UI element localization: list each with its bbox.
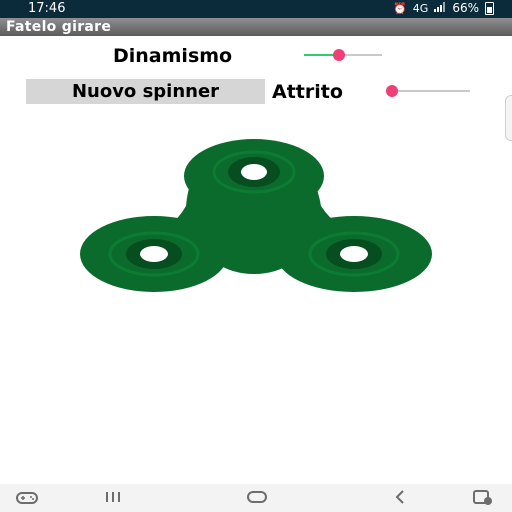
- status-time: 17:46: [28, 1, 66, 16]
- battery-icon: [485, 1, 494, 15]
- edge-panel-handle[interactable]: [505, 95, 512, 141]
- network-type: 4G: [412, 1, 429, 15]
- fidget-spinner[interactable]: [76, 136, 436, 292]
- attrito-slider[interactable]: [386, 83, 470, 99]
- status-bar: 17:46 ⏰ 4G 66%: [0, 0, 512, 18]
- back-icon[interactable]: [392, 488, 408, 510]
- attrito-label: Attrito: [272, 81, 343, 103]
- attrito-slider-thumb[interactable]: [386, 85, 398, 97]
- alarm-icon: ⏰: [393, 1, 407, 15]
- home-icon[interactable]: [246, 488, 268, 510]
- attrito-slider-track: [392, 90, 470, 92]
- signal-icon: [434, 1, 446, 15]
- app-title: Fatelo girare: [6, 19, 112, 35]
- navigation-bar: [0, 484, 512, 512]
- dinamismo-label: Dinamismo: [113, 45, 233, 67]
- accessibility-icon[interactable]: [472, 488, 494, 510]
- new-spinner-button[interactable]: Nuovo spinner: [26, 79, 265, 104]
- battery-percent: 66%: [452, 1, 479, 15]
- status-icons: ⏰ 4G 66%: [393, 1, 494, 15]
- dinamismo-slider-thumb[interactable]: [333, 49, 346, 61]
- recents-icon[interactable]: [104, 488, 122, 510]
- dinamismo-slider[interactable]: [304, 47, 382, 63]
- game-controller-icon[interactable]: [16, 488, 38, 510]
- title-bar: Fatelo girare: [0, 18, 512, 36]
